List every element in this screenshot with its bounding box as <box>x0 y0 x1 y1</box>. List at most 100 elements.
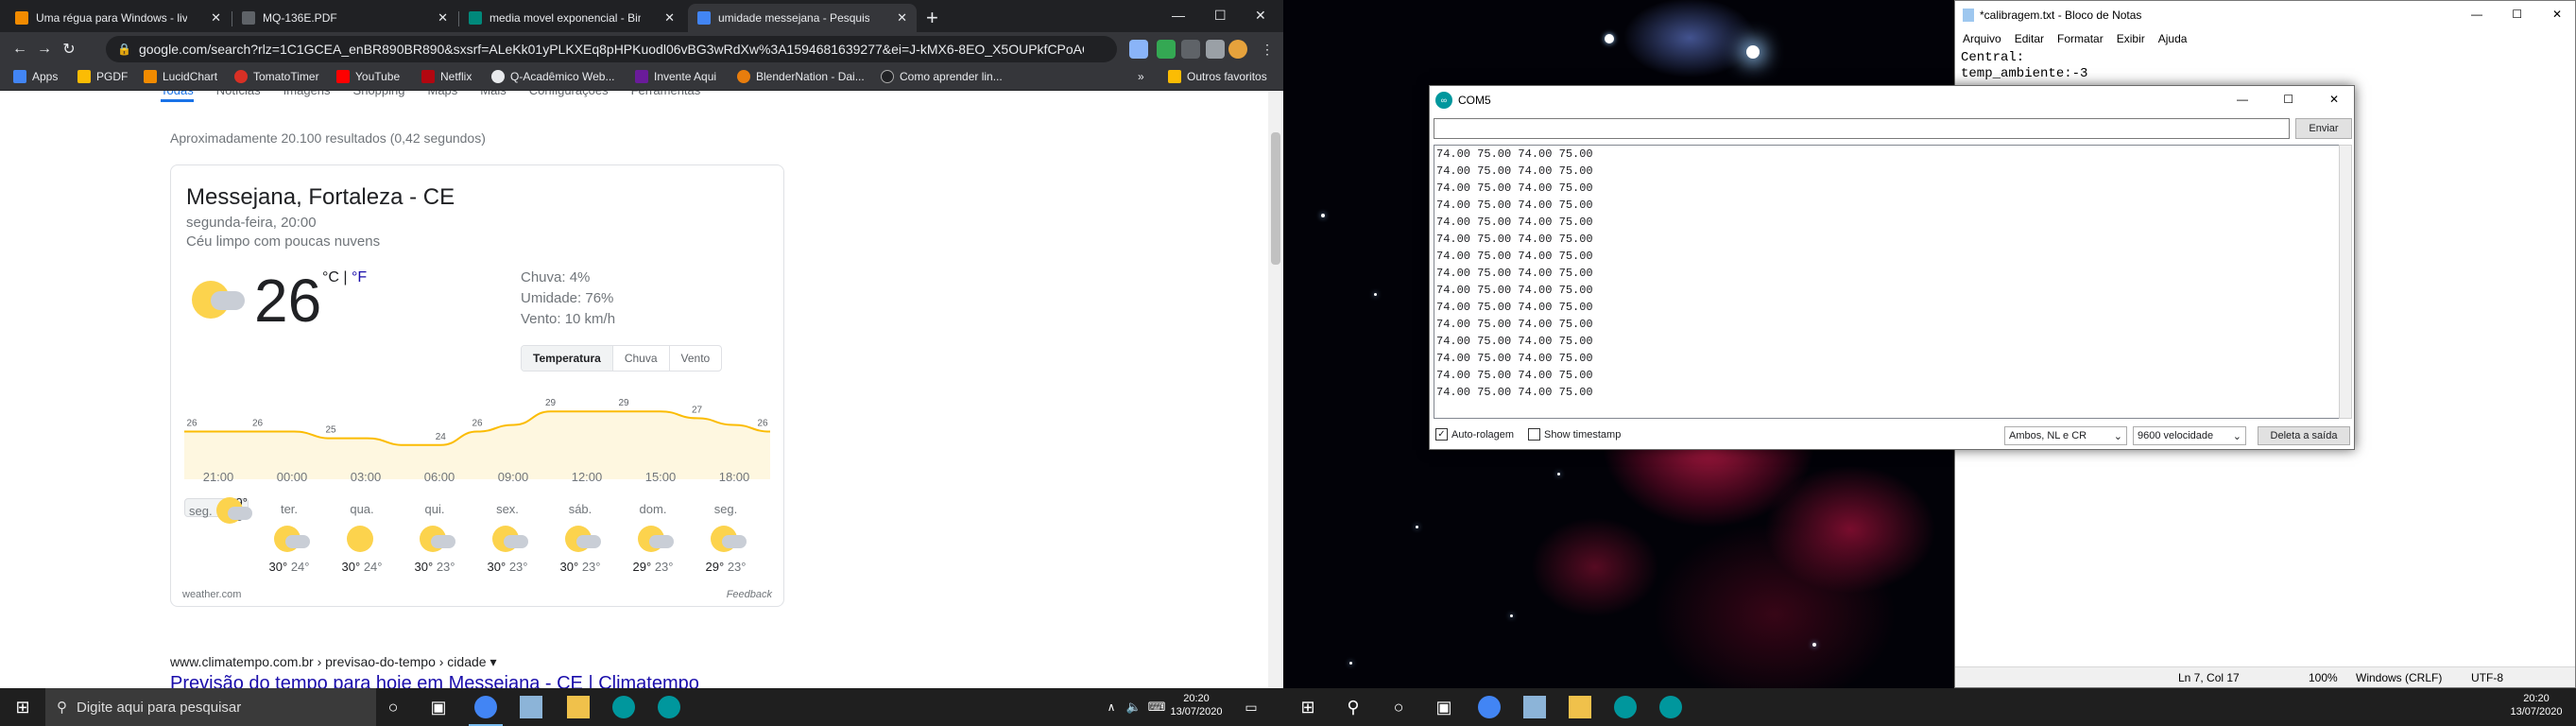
chrome-icon[interactable] <box>1478 696 1501 718</box>
day-forecast[interactable]: qui. 30° 23° <box>403 496 467 589</box>
taskbar-search[interactable]: ⚲ Digite aqui para pesquisar <box>45 688 376 726</box>
minimize-icon[interactable]: — <box>2471 8 2482 21</box>
bookmark-apps[interactable]: Apps <box>13 70 58 83</box>
avatar[interactable] <box>1228 40 1247 59</box>
app-icon[interactable] <box>520 696 542 718</box>
day-forecast[interactable]: qua. 30° 24° <box>330 496 394 589</box>
arduino-icon[interactable] <box>658 696 680 718</box>
reload-icon[interactable]: ↻ <box>57 40 81 59</box>
day-forecast[interactable]: seg.29° 23° <box>184 495 252 524</box>
browser-tab-1[interactable]: Uma régua para Windows - livre ✕ <box>6 4 231 32</box>
line-ending-select[interactable]: Ambos, NL e CR ⌄ <box>2004 426 2127 445</box>
extension-icon[interactable] <box>1181 40 1200 59</box>
chrome-icon[interactable] <box>474 696 497 718</box>
tab-shopping[interactable]: Shopping <box>353 91 405 102</box>
app-icon[interactable] <box>1523 696 1546 718</box>
bookmark-other[interactable]: Outros favoritos <box>1168 70 1267 83</box>
menu-file[interactable]: Arquivo <box>1963 32 2001 45</box>
day-forecast[interactable]: ter. 30° 24° <box>257 496 321 589</box>
close-window-icon[interactable]: ✕ <box>1255 8 1266 24</box>
minimize-icon[interactable]: — <box>1172 8 1185 23</box>
search-icon[interactable]: ⚲ <box>1342 696 1365 718</box>
bookmark-invente-aqui[interactable]: Invente Aqui <box>635 70 716 83</box>
bookmark-q-academico[interactable]: Q-Acadêmico Web... <box>491 70 614 83</box>
tray-chevron-icon[interactable]: ∧ <box>1100 696 1123 718</box>
result-url[interactable]: www.climatempo.com.br › previsao-do-temp… <box>170 654 497 670</box>
menu-format[interactable]: Formatar <box>2057 32 2104 45</box>
task-view-icon[interactable]: ▣ <box>1433 696 1455 718</box>
file-explorer-icon[interactable] <box>567 696 590 718</box>
arduino-icon[interactable] <box>1659 696 1682 718</box>
bookmark-blendernation[interactable]: BlenderNation - Dai... <box>737 70 865 83</box>
serial-send-input[interactable] <box>1434 118 2290 139</box>
bookmark-tomatotimer[interactable]: TomatoTimer <box>234 70 319 83</box>
tab-close-icon[interactable]: ✕ <box>657 10 675 26</box>
file-explorer-icon[interactable] <box>1569 696 1591 718</box>
extension-icon[interactable] <box>1129 40 1148 59</box>
tab-temperature[interactable]: Temperatura <box>522 346 612 371</box>
new-tab-button[interactable]: + <box>926 6 938 30</box>
page-scrollbar[interactable] <box>1268 91 1283 688</box>
tab-images[interactable]: Imagens <box>283 91 331 102</box>
task-view-icon[interactable]: ▣ <box>427 696 450 718</box>
menu-help[interactable]: Ajuda <box>2158 32 2188 45</box>
serial-scrollbar[interactable] <box>2339 145 2352 419</box>
timestamp-checkbox[interactable]: Show timestamp <box>1528 428 1621 441</box>
scrollbar-thumb[interactable] <box>1271 132 1280 265</box>
result-title[interactable]: Previsão do tempo para hoje em Messejana… <box>170 673 699 688</box>
menu-view[interactable]: Exibir <box>2117 32 2145 45</box>
keyboard-icon[interactable]: ⌨ <box>1145 696 1168 718</box>
cortana-icon[interactable]: ○ <box>382 696 404 718</box>
tab-close-icon[interactable]: ✕ <box>203 10 221 26</box>
notepad-text-area[interactable]: Central: temp_ambiente:-3 <box>1955 48 2575 84</box>
menu-icon[interactable]: ⋮ <box>1261 42 1274 58</box>
unit-fahrenheit[interactable]: °F <box>352 269 367 285</box>
puzzle-icon[interactable] <box>1206 40 1225 59</box>
address-bar[interactable]: 🔒 google.com/search?rlz=1C1GCEA_enBR890B… <box>106 36 1117 62</box>
notifications-icon[interactable]: ▭ <box>1240 696 1262 718</box>
autoscroll-checkbox[interactable]: ✓ Auto-rolagem <box>1435 428 1514 441</box>
tab-news[interactable]: Notícias <box>216 91 261 102</box>
send-button[interactable]: Enviar <box>2295 118 2352 139</box>
taskbar-clock[interactable]: 20:20 13/07/2020 <box>1168 692 1225 718</box>
close-window-icon[interactable]: ✕ <box>2329 93 2339 106</box>
day-forecast[interactable]: sex. 30° 23° <box>475 496 540 589</box>
bookmark-youtube[interactable]: YouTube <box>336 70 400 83</box>
bookmarks-overflow-icon[interactable]: » <box>1138 70 1144 83</box>
bookmark-como-aprender[interactable]: Como aprender lin... <box>881 70 1003 83</box>
day-forecast[interactable]: seg.29° 23° <box>694 496 758 589</box>
tab-more[interactable]: Mais <box>480 91 506 102</box>
taskbar-clock[interactable]: 20:20 13/07/2020 <box>2508 692 2565 718</box>
baud-rate-select[interactable]: 9600 velocidade ⌄ <box>2133 426 2246 445</box>
minimize-icon[interactable]: — <box>2237 93 2248 106</box>
arduino-icon[interactable] <box>1614 696 1637 718</box>
tab-wind[interactable]: Vento <box>668 346 722 371</box>
bookmark-pgdf[interactable]: PGDF <box>77 70 128 83</box>
menu-edit[interactable]: Editar <box>2015 32 2044 45</box>
arduino-icon[interactable] <box>612 696 635 718</box>
bookmark-netflix[interactable]: Netflix <box>421 70 472 83</box>
browser-tab-2[interactable]: MQ-136E.PDF ✕ <box>232 4 457 32</box>
tab-settings[interactable]: Configurações <box>529 91 609 102</box>
tab-close-icon[interactable]: ✕ <box>430 10 448 26</box>
tab-tools[interactable]: Ferramentas <box>631 91 701 102</box>
windows-start-icon[interactable]: ⊞ <box>11 696 34 718</box>
bookmark-lucidchart[interactable]: LucidChart <box>144 70 217 83</box>
back-icon[interactable]: ← <box>8 41 32 58</box>
maximize-icon[interactable]: ☐ <box>2283 93 2293 106</box>
tab-maps[interactable]: Maps <box>428 91 458 102</box>
windows-start-icon[interactable]: ⊞ <box>1297 696 1319 718</box>
feedback-link[interactable]: Feedback <box>727 589 772 600</box>
maximize-icon[interactable]: ☐ <box>1214 8 1227 24</box>
day-forecast[interactable]: sáb. 30° 23° <box>548 496 612 589</box>
maximize-icon[interactable]: ☐ <box>2512 8 2522 21</box>
tab-all[interactable]: Todas <box>161 91 194 102</box>
clear-output-button[interactable]: Deleta a saída <box>2258 426 2350 445</box>
day-forecast[interactable]: dom. 29° 23° <box>621 496 685 589</box>
weather-source[interactable]: weather.com <box>182 589 241 600</box>
browser-tab-3[interactable]: media movel exponencial - Bing ✕ <box>459 4 684 32</box>
extension-icon[interactable] <box>1157 40 1176 59</box>
chevron-down-icon[interactable]: ▾ <box>489 654 496 669</box>
forward-icon[interactable]: → <box>32 41 57 58</box>
cortana-icon[interactable]: ○ <box>1387 696 1410 718</box>
